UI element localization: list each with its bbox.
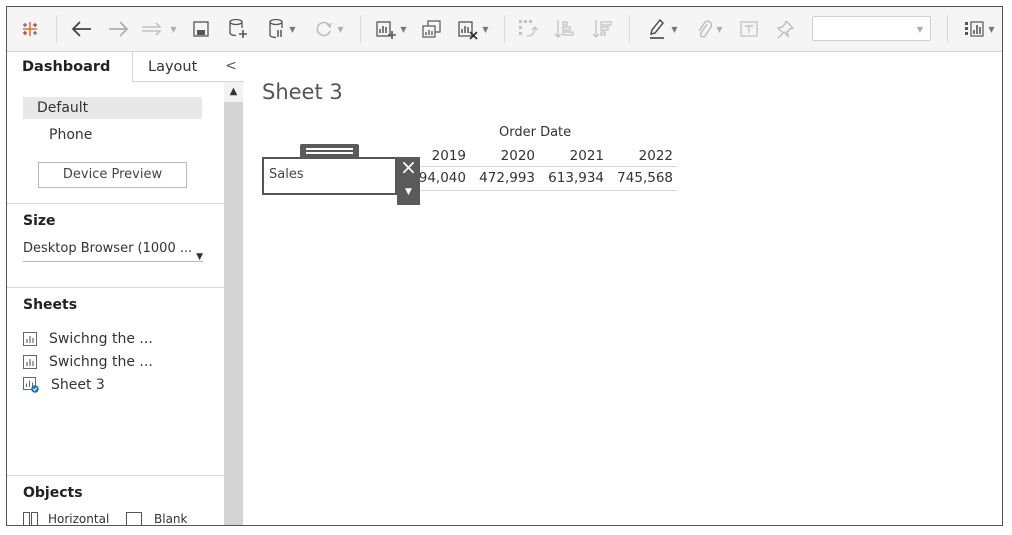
- size-dropdown-value: Desktop Browser (1000 ...: [23, 241, 193, 256]
- sheet-item-label: Swichng the ...: [49, 331, 153, 347]
- show-me-icon[interactable]: ▼: [959, 15, 999, 43]
- dashboard-pane: Dashboard Layout < ▲ Default Phone Devic…: [7, 52, 244, 526]
- toolbar-dropdown[interactable]: ▼: [812, 16, 931, 41]
- toolbar: ▼ ▼ ▼ ▼ ▼ ▼ ▼ ▼ ▼: [7, 7, 1002, 52]
- column-header[interactable]: 2021: [546, 148, 604, 164]
- scroll-up-icon[interactable]: ▲: [224, 82, 243, 102]
- pane-scrollbar[interactable]: [224, 82, 243, 525]
- object-blank[interactable]: Blank: [126, 512, 188, 526]
- group-icon[interactable]: ▼: [689, 15, 729, 43]
- toolbar-separator: [56, 15, 57, 43]
- pane-content: Default Phone Device Preview Size Deskto…: [7, 82, 224, 526]
- table-cell[interactable]: 472,993: [469, 170, 535, 186]
- new-datasource-icon[interactable]: [226, 15, 250, 43]
- label-icon[interactable]: [736, 15, 762, 43]
- sheets-section-title: Sheets: [23, 297, 78, 313]
- device-phone[interactable]: Phone: [49, 127, 92, 143]
- section-divider: [7, 475, 224, 476]
- chevron-down-icon: ▼: [916, 25, 923, 34]
- horizontal-container-icon: [23, 512, 38, 525]
- tab-dashboard[interactable]: Dashboard: [7, 52, 133, 82]
- collapse-pane-icon[interactable]: <: [220, 52, 242, 82]
- pause-updates-icon[interactable]: ▼: [262, 15, 302, 43]
- size-dropdown[interactable]: Desktop Browser (1000 ... ▼: [23, 238, 203, 262]
- sort-descending-icon[interactable]: [589, 15, 615, 43]
- sheet-item[interactable]: Sheet 3: [23, 375, 105, 395]
- column-dimension-header[interactable]: Order Date: [499, 125, 571, 140]
- toolbar-separator: [504, 15, 505, 43]
- tab-layout[interactable]: Layout: [134, 52, 216, 82]
- selected-sheet-zone[interactable]: Sales: [262, 157, 397, 195]
- bar-chart-icon: [23, 332, 37, 346]
- move-handle[interactable]: [300, 144, 359, 158]
- save-icon[interactable]: [189, 15, 213, 43]
- column-header[interactable]: 2022: [615, 148, 673, 164]
- sheet-item[interactable]: Swichng the ...: [23, 329, 153, 349]
- row-header-sales[interactable]: Sales: [269, 167, 304, 182]
- pane-tabs: Dashboard Layout <: [7, 52, 244, 82]
- sheet-title[interactable]: Sheet 3: [262, 80, 343, 104]
- duplicate-sheet-icon[interactable]: [419, 15, 445, 43]
- table-cell[interactable]: 613,934: [538, 170, 604, 186]
- pin-icon[interactable]: [772, 15, 798, 43]
- size-section-title: Size: [23, 213, 56, 229]
- back-arrow-icon[interactable]: [69, 15, 95, 43]
- refresh-icon[interactable]: ▼: [309, 15, 349, 43]
- toolbar-separator: [947, 15, 948, 43]
- device-default[interactable]: Default: [23, 97, 202, 119]
- close-icon[interactable]: ×: [397, 157, 420, 180]
- toolbar-separator: [629, 15, 630, 43]
- toolbar-separator: [360, 15, 361, 43]
- sort-ascending-icon[interactable]: [551, 15, 577, 43]
- table-cell[interactable]: 745,568: [607, 170, 673, 186]
- tableau-window: ▼ ▼ ▼ ▼ ▼ ▼ ▼ ▼ ▼ Dashboard Layout < ▲ D…: [6, 6, 1003, 526]
- redirect-icon[interactable]: ▼: [139, 15, 179, 43]
- object-horizontal[interactable]: Horizontal: [23, 512, 110, 526]
- sheet-item[interactable]: Swichng the ...: [23, 352, 153, 372]
- more-options-icon[interactable]: ▼: [397, 180, 420, 205]
- object-blank-label: Blank: [154, 512, 188, 526]
- bar-chart-check-icon: [23, 377, 39, 393]
- highlight-icon[interactable]: ▼: [643, 15, 683, 43]
- bar-chart-icon: [23, 355, 37, 369]
- forward-arrow-icon[interactable]: [105, 15, 131, 43]
- device-preview-button[interactable]: Device Preview: [38, 162, 187, 188]
- sheet-item-label: Swichng the ...: [49, 354, 153, 370]
- new-worksheet-icon[interactable]: ▼: [371, 15, 411, 43]
- section-divider: [7, 203, 224, 204]
- chevron-down-icon: ▼: [196, 252, 203, 262]
- section-divider: [7, 287, 224, 288]
- dashboard-canvas: Sheet 3 Order Date 2019 2020 2021 2022 9…: [244, 52, 1002, 525]
- clear-sheet-icon[interactable]: ▼: [453, 15, 493, 43]
- column-header[interactable]: 2020: [477, 148, 535, 164]
- blank-icon: [126, 512, 142, 525]
- swap-icon[interactable]: [515, 15, 541, 43]
- tableau-logo-icon[interactable]: [17, 15, 43, 43]
- object-horizontal-label: Horizontal: [48, 512, 110, 526]
- objects-section-title: Objects: [23, 485, 83, 501]
- sheet-item-label: Sheet 3: [51, 377, 105, 393]
